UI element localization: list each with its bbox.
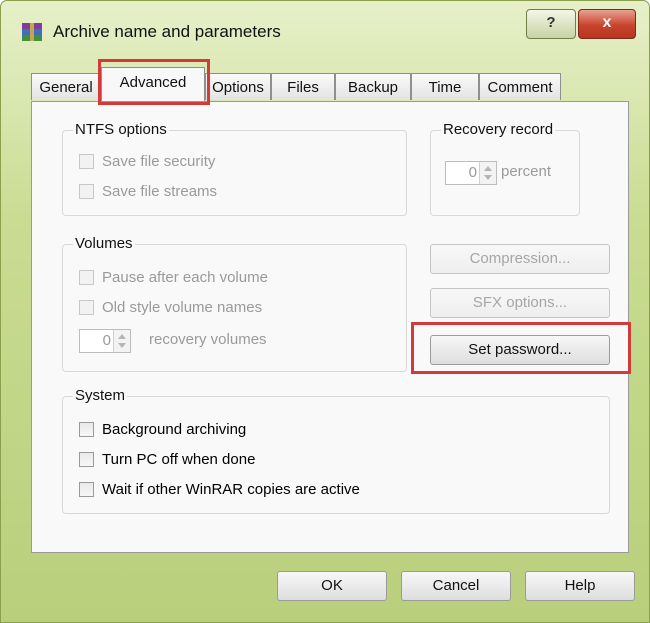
spinner-down-icon [484, 175, 492, 180]
save-security-label: Save file security [102, 153, 216, 170]
recovery-volumes-suffix: recovery volumes [149, 331, 267, 348]
recovery-record-title: Recovery record [441, 121, 556, 138]
wait-other-copies-label: Wait if other WinRAR copies are active [102, 481, 360, 498]
tab-comment[interactable]: Comment [479, 73, 561, 100]
cancel-button[interactable]: Cancel [401, 571, 511, 601]
tab-backup[interactable]: Backup [335, 73, 411, 100]
compression-button[interactable]: Compression... [430, 244, 610, 274]
set-password-button[interactable]: Set password... [430, 335, 610, 365]
tab-general[interactable]: General [31, 73, 101, 100]
recovery-volumes-value: 0 [102, 332, 111, 349]
system-group: System Background archiving Turn PC off … [62, 387, 610, 514]
save-streams-label: Save file streams [102, 183, 218, 200]
recovery-percent-suffix: percent [501, 163, 552, 180]
ntfs-options-title: NTFS options [73, 121, 169, 138]
dialog-window: Archive name and parameters ? x General … [0, 0, 650, 623]
spinner-up-icon [118, 334, 126, 339]
ok-button[interactable]: OK [277, 571, 387, 601]
recovery-record-group: Recovery record 0 percent [430, 121, 580, 216]
system-title: System [73, 387, 128, 404]
old-style-names-label: Old style volume names [102, 299, 263, 316]
tab-strip: General Advanced Options Files Backup Ti… [31, 67, 631, 101]
checkbox-box [79, 154, 94, 169]
spinner-down-icon [118, 343, 126, 348]
advanced-panel: NTFS options Save file security Save fil… [31, 101, 629, 553]
winrar-books-icon [22, 23, 42, 41]
recovery-percent-value: 0 [468, 164, 477, 181]
spinner-up-icon [484, 166, 492, 171]
spinner-arrows[interactable] [479, 162, 496, 184]
ntfs-options-group: NTFS options Save file security Save fil… [62, 121, 407, 216]
window-title: Archive name and parameters [53, 22, 281, 41]
volumes-title: Volumes [73, 235, 135, 252]
checkbox-box [79, 452, 94, 467]
checkbox-box [79, 422, 94, 437]
recovery-percent-spinner[interactable]: 0 [445, 161, 497, 185]
recovery-volumes-spinner[interactable]: 0 [79, 329, 131, 353]
help-button[interactable]: Help [525, 571, 635, 601]
help-title-button[interactable]: ? [526, 9, 576, 39]
tab-advanced[interactable]: Advanced [101, 67, 205, 101]
turn-pc-off-label: Turn PC off when done [102, 451, 256, 468]
checkbox-box [79, 184, 94, 199]
tab-files[interactable]: Files [271, 73, 335, 100]
volumes-group: Volumes Pause after each volume Old styl… [62, 235, 407, 372]
sfx-options-button[interactable]: SFX options... [430, 288, 610, 318]
close-button[interactable]: x [578, 9, 636, 39]
checkbox-box [79, 482, 94, 497]
checkbox-box [79, 300, 94, 315]
pause-after-volume-label: Pause after each volume [102, 269, 268, 286]
tab-options[interactable]: Options [205, 73, 271, 100]
background-archiving-label: Background archiving [102, 421, 247, 438]
spinner-arrows[interactable] [113, 330, 130, 352]
title-bar[interactable]: Archive name and parameters ? x [1, 1, 649, 51]
tab-time[interactable]: Time [411, 73, 479, 100]
checkbox-box [79, 270, 94, 285]
